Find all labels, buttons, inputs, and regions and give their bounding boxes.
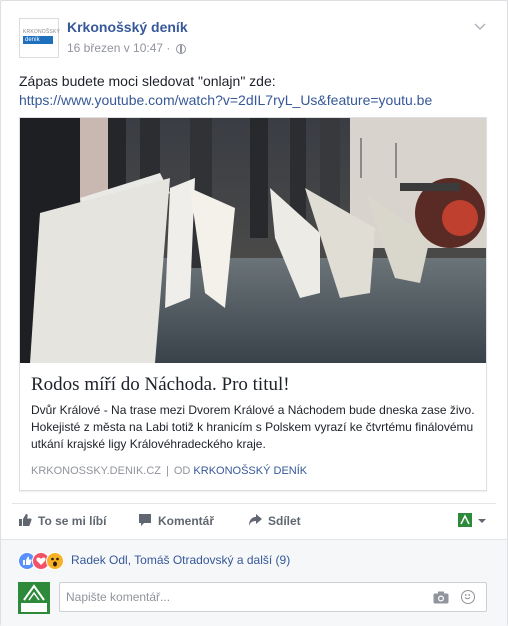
meta-separator: ·	[166, 41, 171, 55]
post-text: Zápas budete moci sledovat "onlajn" zde:…	[19, 72, 489, 110]
post-meta: 16 březen v 10:47 ·	[67, 41, 186, 55]
link-preview-card[interactable]: Rodos míří do Náchoda. Pro titul! Dvůr K…	[19, 117, 487, 491]
comment-icon	[138, 513, 152, 527]
like-label: To se mi líbí	[38, 514, 107, 528]
emoji-icon[interactable]	[461, 590, 475, 604]
wow-icon	[46, 552, 64, 570]
logo-text-top: KRKONOŠSKÝ	[23, 29, 61, 35]
like-button[interactable]: To se mi líbí	[18, 513, 106, 529]
comment-input[interactable]	[66, 590, 426, 604]
globe-icon	[175, 44, 186, 54]
post-actions-bar: To se mi líbí Komentář Sdílet	[12, 503, 496, 536]
post-message: Zápas budete moci sledovat "onlajn" zde:	[19, 73, 276, 89]
camera-icon[interactable]	[433, 591, 449, 604]
card-title[interactable]: Rodos míří do Náchoda. Pro titul!	[31, 374, 290, 396]
comment-button[interactable]: Komentář	[138, 513, 214, 529]
post-header: KRKONOŠSKÝ deník Krkonošský deník 16 bře…	[19, 18, 495, 60]
page-avatar[interactable]: KRKONOŠSKÝ deník	[19, 18, 61, 58]
post-link[interactable]: https://www.youtube.com/watch?v=2dIL7ryL…	[19, 91, 489, 110]
thumbs-up-icon	[18, 513, 32, 527]
post-timestamp[interactable]: 16 březen v 10:47	[67, 41, 163, 55]
feed-post: KRKONOŠSKÝ deník Krkonošský deník 16 bře…	[0, 0, 508, 626]
card-source: KRKONOSSKY.DENIK.CZ | OD KRKONOŠSKÝ DENÍK	[31, 465, 307, 477]
reactions-and-comments: Radek Odl, Tomáš Otradovský a další (9)	[1, 539, 507, 626]
source-prefix: OD	[173, 465, 191, 477]
hockey-sticks-photo	[20, 118, 486, 363]
page-name-link[interactable]: Krkonošský deník	[67, 19, 188, 35]
comment-box[interactable]	[59, 582, 487, 612]
share-arrow-icon	[248, 513, 262, 527]
share-label: Sdílet	[268, 514, 301, 528]
page-selector[interactable]	[458, 512, 488, 530]
chevron-down-icon[interactable]	[473, 20, 487, 34]
commenter-avatar[interactable]	[18, 582, 50, 614]
card-image[interactable]	[20, 118, 486, 363]
card-description: Dvůr Králové - Na trase mezi Dvorem Král…	[31, 403, 475, 451]
source-separator: |	[166, 465, 169, 477]
reaction-names-link[interactable]: Radek Odl, Tomáš Otradovský a další (9)	[71, 553, 290, 567]
source-name-link[interactable]: KRKONOŠSKÝ DENÍK	[193, 465, 307, 477]
share-button[interactable]: Sdílet	[248, 513, 301, 529]
logo-text-bottom: deník	[23, 36, 53, 44]
comment-label: Komentář	[158, 514, 215, 528]
card-domain: KRKONOSSKY.DENIK.CZ	[31, 465, 161, 477]
